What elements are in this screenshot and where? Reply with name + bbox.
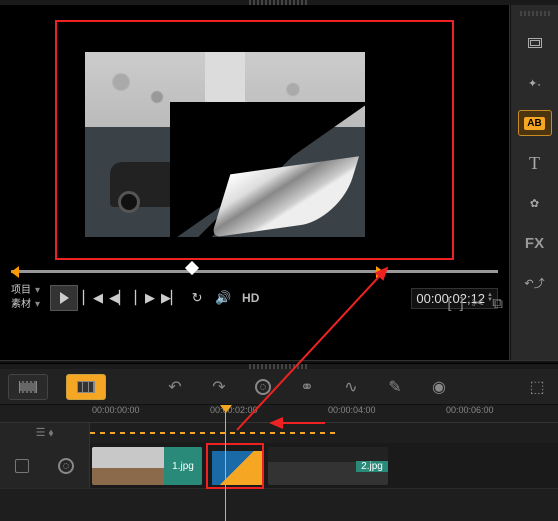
audio-wave-button[interactable]: ∿ xyxy=(338,374,364,400)
tool-titles[interactable]: T xyxy=(518,150,552,176)
color-circles-button[interactable]: ◉ xyxy=(426,374,452,400)
timeline-playhead[interactable] xyxy=(225,405,226,521)
mark-out-button[interactable]: ] xyxy=(460,295,464,312)
timeline-mode-button[interactable] xyxy=(8,374,48,400)
project-tab[interactable]: 项目▾ xyxy=(11,284,40,298)
mark-in-button[interactable]: [ xyxy=(447,295,451,312)
time-ruler[interactable]: 00:00:00:00 00:00:02:00 00:00:04:00 00:0… xyxy=(0,405,558,423)
timeline-panel: 00:00:00:00 00:00:02:00 00:00:04:00 00:0… xyxy=(0,405,558,521)
step-forward-button[interactable]: ▏▶ xyxy=(134,287,156,309)
ruler-tick: 00:00:04:00 xyxy=(328,405,376,415)
pen-tool-button[interactable]: ✎ xyxy=(382,374,408,400)
cut-button[interactable]: ✂ xyxy=(472,294,485,312)
clip-2[interactable]: 2.jpg xyxy=(268,447,388,485)
copy-button[interactable]: ⧉ xyxy=(492,295,503,312)
tool-graphics[interactable]: ✿ xyxy=(518,190,552,216)
video-track[interactable]: 1.jpg 2.jpg xyxy=(90,443,558,488)
storyboard-mode-button[interactable] xyxy=(66,374,106,400)
loop-button[interactable]: ↻ xyxy=(186,287,208,309)
track-visibility-icon[interactable] xyxy=(15,459,29,473)
marker-track-head[interactable]: ☰ ⬧ xyxy=(0,423,90,443)
tool-effects[interactable]: ✦˖ xyxy=(518,70,552,96)
go-end-button[interactable]: ▶▏ xyxy=(160,287,182,309)
ruler-tick: 00:00:00:00 xyxy=(92,405,140,415)
transport-controls: 项目▾ 素材▾ ▏◀ ◀▏ ▏▶ ▶▏ ↻ 🔊 HD 00:00:02;12 ▲… xyxy=(5,278,504,318)
link-button[interactable]: ⚭ xyxy=(294,374,320,400)
scrub-bar[interactable] xyxy=(11,266,498,278)
right-toolbar: ✦˖ AB T ✿ FX ↶⤴ xyxy=(510,5,558,360)
marker-track[interactable] xyxy=(90,432,338,434)
snap-button[interactable]: ⬚ xyxy=(524,374,550,400)
material-tab[interactable]: 素材▾ xyxy=(11,298,40,312)
clip-2-label: 2.jpg xyxy=(356,461,388,472)
tool-fx[interactable]: FX xyxy=(518,230,552,256)
play-button[interactable] xyxy=(50,285,78,311)
timeline-toolbar: ↶ ↷ ⚭ ∿ ✎ ◉ ⬚ xyxy=(0,369,558,405)
clip-1[interactable]: 1.jpg xyxy=(92,447,202,485)
preview-panel: [ ] ✂ ⧉ 项目▾ 素材▾ ▏◀ ◀▏ ▏▶ ▶▏ ↻ 🔊 HD 00:00… xyxy=(0,5,510,360)
step-back-button[interactable]: ◀▏ xyxy=(108,287,130,309)
undo-button[interactable]: ↶ xyxy=(162,374,188,400)
ruler-tick: 00:00:02:00 xyxy=(210,405,258,415)
track-type-icon xyxy=(58,458,74,474)
clip-1-label: 1.jpg xyxy=(164,447,202,485)
preview-image xyxy=(85,52,365,237)
out-point-marker[interactable] xyxy=(376,266,384,278)
ruler-tick: 00:00:06:00 xyxy=(446,405,494,415)
reel-button[interactable] xyxy=(250,374,276,400)
transition-thumbnail xyxy=(212,451,262,485)
go-start-button[interactable]: ▏◀ xyxy=(82,287,104,309)
in-point-marker[interactable] xyxy=(11,266,19,278)
panel-grip-right[interactable] xyxy=(520,11,550,16)
hd-toggle[interactable]: HD xyxy=(242,291,259,305)
preview-viewport[interactable] xyxy=(55,20,454,260)
redo-button[interactable]: ↷ xyxy=(206,374,232,400)
tool-transitions[interactable]: AB xyxy=(518,110,552,136)
video-track-head[interactable] xyxy=(0,443,90,488)
transition-clip-highlight[interactable] xyxy=(206,443,264,489)
tool-media[interactable] xyxy=(518,30,552,56)
volume-button[interactable]: 🔊 xyxy=(212,287,234,309)
tool-swap[interactable]: ↶⤴ xyxy=(518,270,552,296)
